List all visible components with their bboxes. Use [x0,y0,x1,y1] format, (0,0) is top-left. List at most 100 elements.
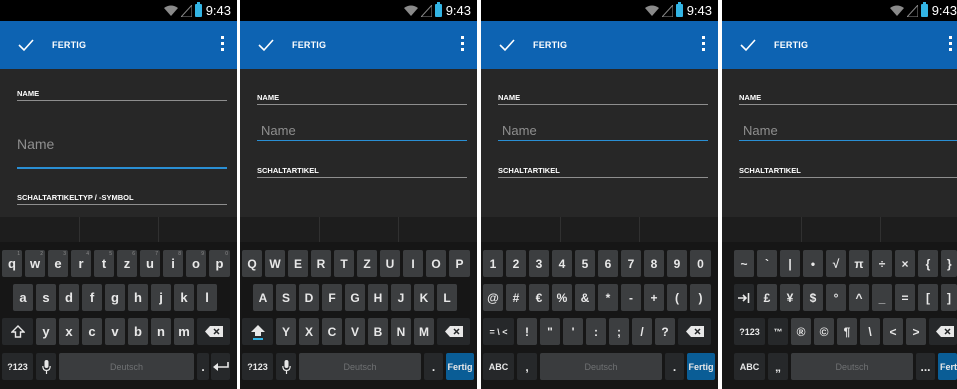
key-greater-than[interactable]: > [906,318,926,345]
key-y[interactable]: y [36,318,56,345]
key-d[interactable]: d [59,284,79,311]
key-F[interactable]: F [322,284,342,311]
space-key[interactable]: Deutsch [791,353,913,380]
key-l[interactable]: l [197,284,217,311]
done-key[interactable]: Fertig [938,353,957,380]
backspace-key[interactable] [437,318,470,345]
key-O[interactable]: O [426,250,446,277]
overflow-menu-icon[interactable] [702,36,706,52]
key-underscore[interactable]: _ [872,284,892,311]
key-w[interactable]: w2 [25,250,45,277]
space-key[interactable]: Deutsch [299,353,421,380]
key-f[interactable]: f [82,284,102,311]
key-divide[interactable]: ÷ [872,250,892,277]
key-B[interactable]: B [368,318,388,345]
key-s[interactable]: s [36,284,56,311]
key-multiply[interactable]: × [895,250,915,277]
key-pipe[interactable]: | [780,250,800,277]
period-key[interactable]: . [197,353,209,380]
key-C[interactable]: C [322,318,342,345]
key-backtick[interactable]: ` [757,250,777,277]
key-K[interactable]: K [414,284,434,311]
key-z[interactable]: z6 [117,250,137,277]
key-question[interactable]: ? [655,318,675,345]
mic-key[interactable] [276,353,296,380]
name-input[interactable]: Name [17,136,227,152]
key-ampersand[interactable]: & [575,284,595,311]
tab-key[interactable] [734,284,754,311]
key-pilcrow[interactable]: ¶ [837,318,857,345]
key-k[interactable]: k [174,284,194,311]
key-trademark[interactable]: ™ [768,318,788,345]
key-p[interactable]: p0 [209,250,230,277]
key-0[interactable]: 0 [690,250,711,277]
key-semicolon[interactable]: ; [609,318,629,345]
name-input[interactable]: Name [261,123,467,138]
key-I[interactable]: I [403,250,423,277]
key-registered[interactable]: ® [791,318,811,345]
numbers-key[interactable]: ?123 [734,318,765,345]
key-dollar[interactable]: $ [803,284,823,311]
key-g[interactable]: g [105,284,125,311]
key-U[interactable]: U [380,250,400,277]
key-close-bracket[interactable]: ] [941,284,957,311]
key-T[interactable]: T [334,250,354,277]
overflow-menu-icon[interactable] [221,36,225,52]
key-W[interactable]: W [265,250,285,277]
key-n[interactable]: n [151,318,171,345]
more-symbols-key[interactable]: = \ < [483,318,514,345]
key-9[interactable]: 9 [667,250,687,277]
key-m[interactable]: m [174,318,194,345]
key-5[interactable]: 5 [575,250,595,277]
key-3[interactable]: 3 [529,250,549,277]
backspace-key[interactable] [929,318,957,345]
key-sqrt[interactable]: √ [826,250,846,277]
key-X[interactable]: X [299,318,319,345]
key-yen[interactable]: ¥ [780,284,800,311]
key-e[interactable]: e3 [48,250,68,277]
key-pound[interactable]: £ [757,284,777,311]
key-Y[interactable]: Y [276,318,296,345]
key-t[interactable]: t5 [94,250,114,277]
key-A[interactable]: A [253,284,273,311]
key-exclamation[interactable]: ! [517,318,537,345]
key-less-than[interactable]: < [883,318,903,345]
done-button[interactable]: FERTIG [240,21,326,69]
key-E[interactable]: E [288,250,308,277]
key-percent[interactable]: % [552,284,572,311]
key-7[interactable]: 7 [621,250,641,277]
key-j[interactable]: j [151,284,171,311]
key-degree[interactable]: ° [826,284,846,311]
abc-key[interactable]: ABC [483,353,514,380]
done-button[interactable]: FERTIG [722,21,808,69]
done-button[interactable]: FERTIG [0,21,86,69]
key-8[interactable]: 8 [644,250,664,277]
key-equals[interactable]: = [895,284,915,311]
key-close-paren[interactable]: ) [690,284,711,311]
key-6[interactable]: 6 [598,250,618,277]
key-M[interactable]: M [414,318,434,345]
period-key[interactable]: . [424,353,443,380]
key-h[interactable]: h [128,284,148,311]
key-S[interactable]: S [276,284,296,311]
key-P[interactable]: P [449,250,470,277]
key-copyright[interactable]: © [814,318,834,345]
key-colon[interactable]: : [586,318,606,345]
key-o[interactable]: o9 [186,250,206,277]
symbols-key[interactable]: ?123 [242,353,273,380]
key-double-quote[interactable]: " [540,318,560,345]
key-slash[interactable]: / [632,318,652,345]
backspace-key[interactable] [678,318,711,345]
enter-key[interactable] [211,353,230,380]
key-close-brace[interactable]: } [941,250,957,277]
key-G[interactable]: G [345,284,365,311]
space-key[interactable]: Deutsch [59,353,194,380]
key-H[interactable]: H [368,284,388,311]
key-2[interactable]: 2 [506,250,526,277]
key-caret[interactable]: ^ [849,284,869,311]
done-button[interactable]: FERTIG [481,21,567,69]
key-at[interactable]: @ [483,284,503,311]
key-single-quote[interactable]: ' [563,318,583,345]
key-i[interactable]: i8 [163,250,183,277]
symbols-key[interactable]: ?123 [2,353,33,380]
